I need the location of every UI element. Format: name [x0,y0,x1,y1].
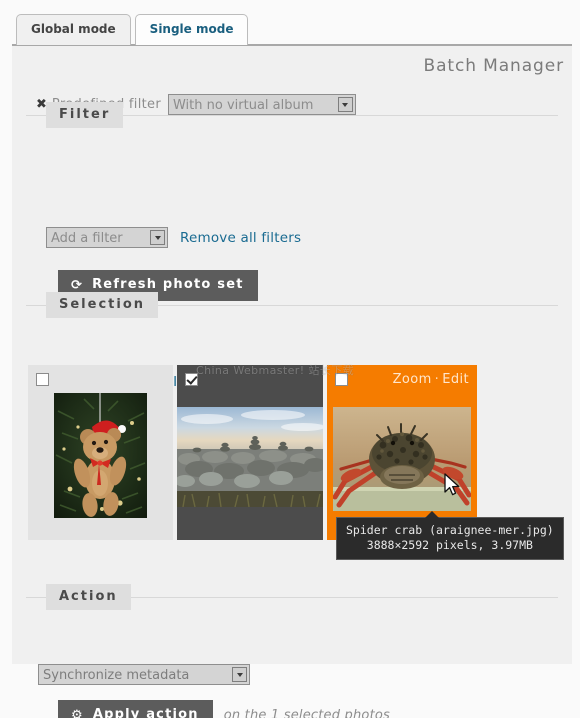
action-fieldset: Action [26,584,558,610]
tab-single-mode[interactable]: Single mode [134,14,249,45]
tab-single-mode-label: Single mode [149,22,234,36]
thumbnail-item-christmas-teddy-bear[interactable] [28,365,173,540]
apply-action-note: on the 1 selected photos [223,708,391,718]
tooltip-arrow [425,511,439,518]
thumbnail-checkbox[interactable] [36,372,49,386]
tab-global-mode-label: Global mode [31,22,116,36]
page-title: Batch Manager [423,56,564,76]
thumbnail-checkbox[interactable] [335,372,348,386]
add-filter-select[interactable]: Add a filter [46,227,168,248]
thumbnail-image-stone-cairns-beach[interactable] [177,407,323,507]
tooltip-details: 3888×2592 pixels, 3.97MB [366,538,533,552]
action-separator: · [434,371,440,387]
action-legend: Action [46,584,131,610]
main-panel: Batch Manager Filter ✖ Predefined filter… [12,44,572,718]
apply-action-label: Apply action [92,707,199,718]
edit-link[interactable]: Edit [442,372,469,387]
mode-tabs: Global mode Single mode [16,14,252,45]
refresh-photo-set-label: Refresh photo set [92,277,244,292]
selection-legend: Selection [46,292,159,318]
thumbnail-image-spider-crab[interactable] [333,407,471,511]
apply-action-row: ⚙ Apply action on the 1 selected photos [58,700,390,718]
tooltip-title: Spider crab (araignee-mer.jpg) [346,523,554,537]
predefined-filter-select-wrap: With no virtual album [167,94,356,115]
predefined-filter-select[interactable]: With no virtual album [167,94,356,115]
remove-all-filters-link[interactable]: Remove all filters [180,230,301,246]
filter-legend: Filter [46,102,124,128]
thumbnail-bar: Zoom · Edit [327,365,477,393]
thumbnail-item-stone-cairns-beach[interactable] [177,365,323,540]
gears-icon: ⚙ [71,707,84,718]
image-info-tooltip: Spider crab (araignee-mer.jpg) 3888×2592… [336,511,564,560]
refresh-icon: ⟳ [71,277,84,293]
thumbnail-list: Zoom · Edit [28,365,477,540]
thumbnail-actions: Zoom · Edit [393,372,469,387]
thumbnail-checkbox[interactable] [185,372,198,386]
zoom-link[interactable]: Zoom [393,372,432,387]
action-select-wrap: Synchronize metadata [38,664,250,685]
add-filter-row: Add a filter Remove all filters [46,227,301,248]
selection-fieldset: Selection [26,292,558,318]
thumbnail-bar [177,365,323,393]
apply-action-button[interactable]: ⚙ Apply action [58,700,213,718]
thumbnail-item-spider-crab[interactable]: Zoom · Edit [327,365,477,540]
thumbnail-bar [28,365,173,393]
add-filter-select-wrap: Add a filter [46,227,168,248]
action-select-inner: Synchronize metadata [38,664,250,685]
batch-manager-page: Global mode Single mode Batch Manager Fi… [0,0,580,718]
tab-global-mode[interactable]: Global mode [16,14,131,45]
thumbnail-image-christmas-teddy-bear[interactable] [54,393,147,518]
action-select[interactable]: Synchronize metadata [38,664,250,685]
